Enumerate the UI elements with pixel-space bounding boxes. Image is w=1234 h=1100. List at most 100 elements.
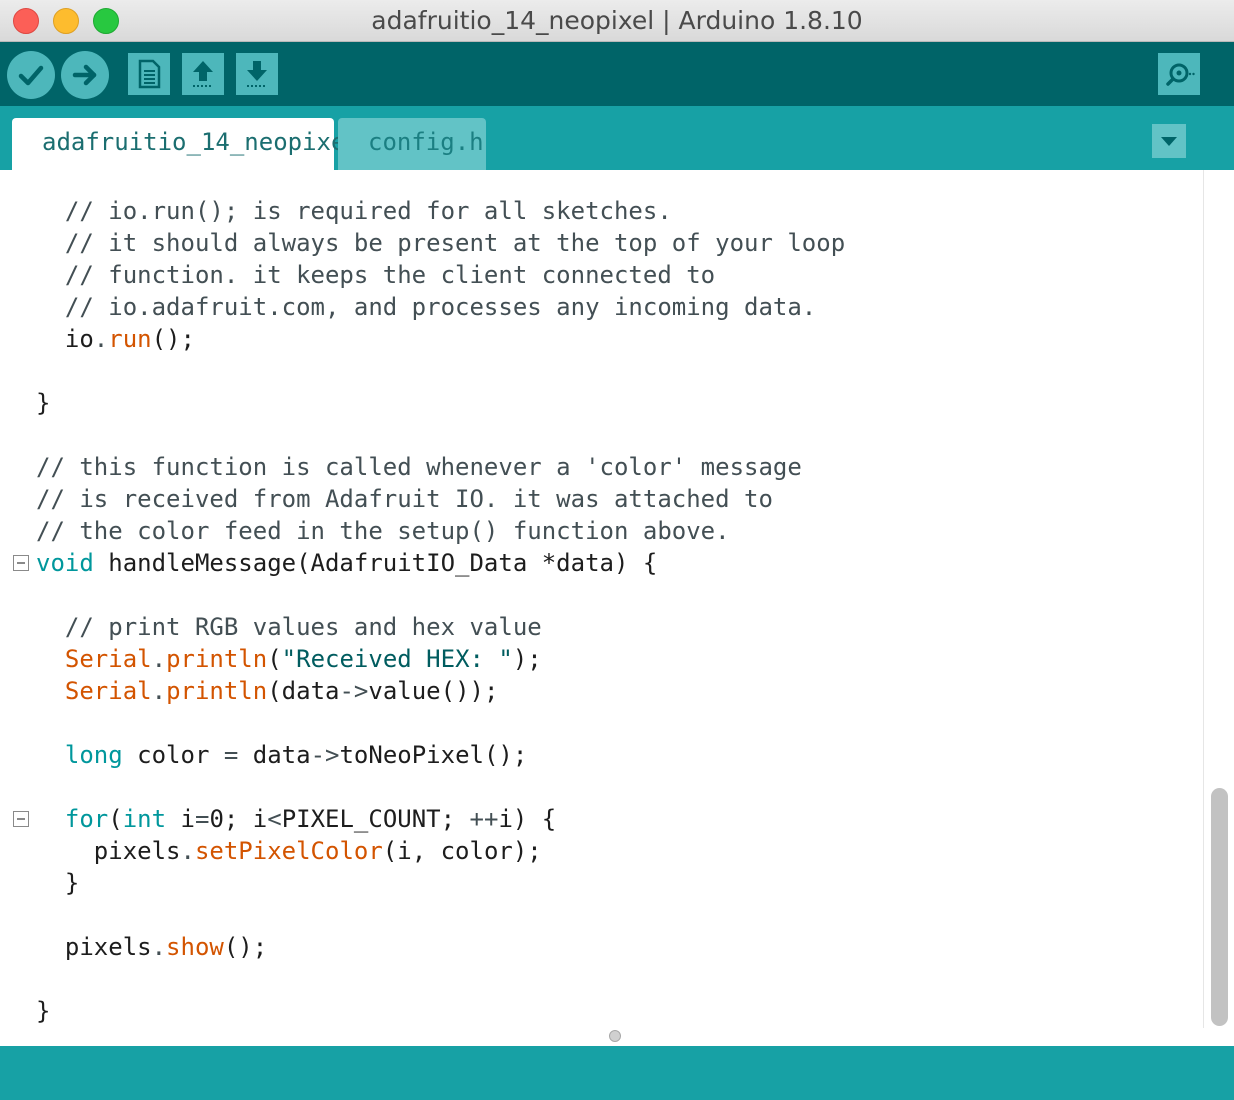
code-token: }: [36, 997, 51, 1025]
code-token: // the color feed in the setup() functio…: [36, 517, 730, 545]
console-divider[interactable]: [0, 1028, 1234, 1046]
arrow-right-icon: [72, 64, 97, 86]
code-token: ++: [469, 805, 499, 833]
code-token: (i, color);: [382, 837, 542, 865]
open-button[interactable]: [182, 53, 224, 95]
code-line[interactable]: }: [36, 867, 845, 899]
code-line[interactable]: io.run();: [36, 323, 845, 355]
code-token: // print RGB values and hex value: [36, 613, 542, 641]
code-token: setPixelColor: [194, 837, 383, 865]
code-token: Serial: [64, 677, 152, 705]
window-title: adafruitio_14_neopixel | Arduino 1.8.10: [371, 6, 863, 35]
code-token: toNeoPixel();: [339, 741, 528, 769]
code-line[interactable]: // this function is called whenever a 'c…: [36, 451, 845, 483]
code-token: =: [194, 805, 210, 833]
code-line[interactable]: [36, 579, 845, 611]
code-token: value());: [368, 677, 499, 705]
code-token: i) {: [498, 805, 557, 833]
code-token: pixels: [36, 837, 181, 865]
new-sketch-button[interactable]: [128, 53, 170, 95]
code-line[interactable]: long color = data->toNeoPixel();: [36, 739, 845, 771]
code-token: }: [36, 869, 80, 897]
code-token: "Received HEX: ": [281, 645, 513, 673]
tab-bar: adafruitio_14_neopixel config.h: [0, 106, 1234, 170]
code-line[interactable]: // is received from Adafruit IO. it was …: [36, 483, 845, 515]
code-line[interactable]: [36, 899, 845, 931]
arrow-up-icon: [193, 61, 213, 87]
fold-toggle-icon[interactable]: [13, 555, 29, 571]
save-button[interactable]: [236, 53, 278, 95]
code-line[interactable]: [36, 963, 845, 995]
code-token: data: [238, 741, 311, 769]
code-line[interactable]: pixels.show();: [36, 931, 845, 963]
code-token: i: [166, 805, 195, 833]
title-bar: adafruitio_14_neopixel | Arduino 1.8.10: [0, 0, 1234, 42]
code-token: (data: [267, 677, 340, 705]
code-token: ->: [310, 741, 340, 769]
code-token: }: [36, 389, 51, 417]
verify-button[interactable]: [7, 51, 55, 99]
code-token: <: [267, 805, 282, 833]
code-token: pixels: [36, 933, 152, 961]
code-line[interactable]: Serial.println("Received HEX: ");: [36, 643, 845, 675]
code-line[interactable]: }: [36, 387, 845, 419]
code-token: // function. it keeps the client connect…: [36, 261, 716, 289]
code-token: run: [108, 325, 152, 353]
code-line[interactable]: void handleMessage(AdafruitIO_Data *data…: [36, 547, 845, 579]
code-line[interactable]: pixels.setPixelColor(i, color);: [36, 835, 845, 867]
tab-menu-button[interactable]: [1152, 124, 1186, 158]
code-token: // io.run(); is required for all sketche…: [36, 197, 672, 225]
code-token: // is received from Adafruit IO. it was …: [36, 485, 773, 513]
code-token: ->: [339, 677, 369, 705]
vertical-scrollbar[interactable]: [1203, 170, 1234, 1028]
code-token: io: [36, 325, 94, 353]
code-token: ();: [223, 933, 268, 961]
triangle-down-icon: [1161, 137, 1177, 146]
code-line[interactable]: // the color feed in the setup() functio…: [36, 515, 845, 547]
arrow-down-icon: [247, 61, 267, 87]
code-token: show: [166, 933, 224, 961]
code-line[interactable]: // print RGB values and hex value: [36, 611, 845, 643]
code-line[interactable]: for(int i=0; i<PIXEL_COUNT; ++i) {: [36, 803, 845, 835]
code-token: println: [166, 677, 268, 705]
code-token: // this function is called whenever a 'c…: [36, 453, 802, 481]
code-token: int: [122, 805, 167, 833]
toolbar: [0, 42, 1234, 106]
code-token: .: [180, 837, 195, 865]
code-token: .: [93, 325, 109, 353]
code-token: void: [36, 549, 94, 577]
code-token: .: [151, 645, 167, 673]
scrollbar-thumb[interactable]: [1211, 788, 1228, 1026]
fold-toggle-icon[interactable]: [13, 811, 29, 827]
code-line[interactable]: Serial.println(data->value());: [36, 675, 845, 707]
code-line[interactable]: // io.adafruit.com, and processes any in…: [36, 291, 845, 323]
code-token: // it should always be present at the to…: [36, 229, 846, 257]
code-text[interactable]: // io.run(); is required for all sketche…: [36, 195, 845, 1027]
code-line[interactable]: // function. it keeps the client connect…: [36, 259, 845, 291]
code-token: Serial: [64, 645, 152, 673]
serial-monitor-button[interactable]: [1158, 53, 1200, 95]
code-token: color: [122, 741, 224, 769]
code-line[interactable]: [36, 419, 845, 451]
tab-adafruitio-14-neopixel[interactable]: adafruitio_14_neopixel: [12, 118, 360, 170]
code-line[interactable]: // io.run(); is required for all sketche…: [36, 195, 845, 227]
code-editor[interactable]: // io.run(); is required for all sketche…: [0, 170, 1234, 1028]
upload-button[interactable]: [61, 51, 109, 99]
code-line[interactable]: }: [36, 995, 845, 1027]
checkmark-icon: [18, 65, 44, 86]
tab-config-h[interactable]: config.h: [338, 118, 486, 170]
code-line[interactable]: [36, 355, 845, 387]
code-token: 0; i: [209, 805, 268, 833]
code-line[interactable]: // it should always be present at the to…: [36, 227, 845, 259]
code-token: println: [166, 645, 268, 673]
console-status-bar: [0, 1046, 1234, 1100]
code-token: // io.adafruit.com, and processes any in…: [36, 293, 817, 321]
code-token: for: [64, 805, 109, 833]
divider-handle[interactable]: [609, 1030, 621, 1042]
code-line[interactable]: [36, 707, 845, 739]
code-line[interactable]: [36, 771, 845, 803]
